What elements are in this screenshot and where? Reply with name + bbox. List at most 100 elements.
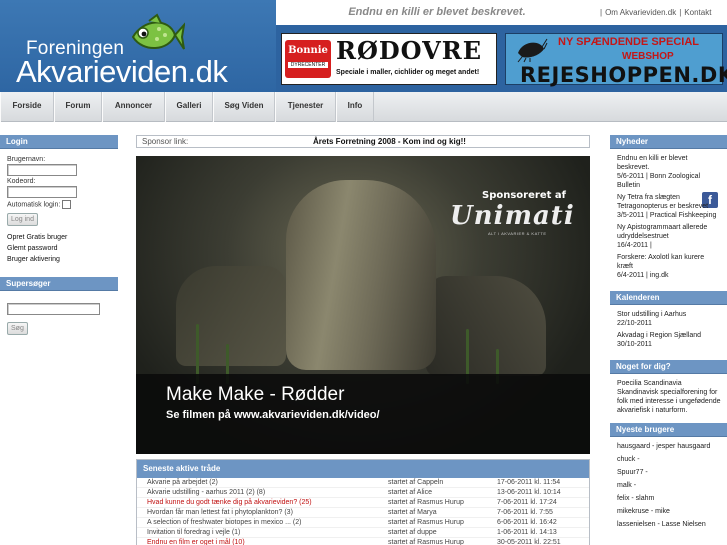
table-row[interactable]: Hvordan får man lettest fat i phytoplank… [137, 508, 589, 518]
forgot-password-link[interactable]: Glemt password [7, 245, 111, 252]
rejeshoppen-ad-line3: REJESHOPPEN.DK [520, 63, 727, 87]
news-headline[interactable]: Ny Apistogrammaart allerede udryddelsest… [617, 224, 707, 240]
nav-item-annoncer[interactable]: Annoncer [102, 92, 165, 122]
about-link[interactable]: Om Akvarieviden.dk [602, 8, 679, 17]
main-nav: Forside Forum Annoncer Galleri Søg Viden… [0, 92, 727, 208]
table-row[interactable]: Akvarie på arbejdet (2) startet af Cappel… [137, 478, 589, 488]
thread-title-link[interactable]: Endnu en film er oget i mål (10) [147, 538, 245, 545]
bonnie-badge-bottom: DYRECENTER [288, 62, 328, 68]
auto-login-checkbox[interactable] [62, 200, 72, 209]
password-input[interactable] [7, 186, 77, 198]
thread-date: 7-06-2011 kl. 7:55 [497, 509, 553, 516]
table-row[interactable]: A selection of freshwater biotopes in me… [137, 518, 589, 528]
calendar-panel: Kalenderen Stor udstilling i Aarhus 22/10… [610, 291, 727, 358]
site-logo[interactable]: Foreningen Akvarieviden.dk [0, 0, 276, 92]
something-text[interactable]: Poecilia Scandinavia Skandinavisk specia… [610, 374, 727, 421]
unimati-logo: Unimati [450, 201, 575, 231]
search-form: Søg [0, 291, 118, 343]
news-slogan[interactable]: Endnu en killi er blevet beskrevet. [276, 0, 598, 25]
news-item[interactable]: Endnu en killi er blevet beskrevet. 5/6-2… [617, 154, 721, 190]
news-item[interactable]: Ny Tetra fra slægten Tetragonopterus er … [617, 193, 721, 220]
thread-date: 6-06-2011 kl. 16:42 [497, 519, 557, 526]
nav-item-galleri[interactable]: Galleri [165, 92, 213, 122]
rodovre-ad-banner[interactable]: Bonnie DYRECENTER RØDOVRE Speciale i mall… [281, 33, 497, 85]
password-label: Kodeord: [7, 178, 36, 185]
new-user-item[interactable]: malk - [617, 481, 721, 490]
rejeshoppen-ad-line2: WEBSHOP [622, 51, 674, 62]
nav-item-tjenester[interactable]: Tjenester [275, 92, 336, 122]
calendar-list: Stor udstilling i Aarhus 22/10-2011 Akvada… [610, 305, 727, 358]
rejeshoppen-ad-line1: NY SPÆNDENDE SPECIAL [558, 36, 699, 48]
nav-item-sog-viden[interactable]: Søg Viden [213, 92, 275, 122]
nav-item-forside[interactable]: Forside [0, 92, 54, 122]
new-user-item[interactable]: Spuur77 - [617, 468, 721, 477]
news-item[interactable]: Ny Apistogrammaart allerede udryddelsest… [617, 223, 721, 250]
table-row[interactable]: Hvad kunne du godt tænke dig på akvariev… [137, 498, 589, 508]
search-button[interactable]: Søg [7, 322, 28, 335]
calendar-item[interactable]: Akvadag i Region Sjælland 30/10-2011 [617, 331, 721, 349]
calendar-item[interactable]: Stor udstilling i Aarhus 22/10-2011 [617, 310, 721, 328]
thread-title-link[interactable]: Invitation til foredrag i vejle (1) [147, 528, 240, 538]
calendar-event[interactable]: Akvadag i Region Sjælland [617, 332, 701, 339]
contact-link[interactable]: Kontakt [681, 8, 714, 17]
calendar-title: Kalenderen [610, 291, 727, 305]
new-user-item[interactable]: lassenielsen - Lasse Nielsen [617, 520, 721, 529]
news-headline[interactable]: Ny Tetra fra slægten Tetragonopterus er … [617, 194, 708, 210]
nav-item-forum[interactable]: Forum [54, 92, 102, 122]
news-source: 3/5-2011 | Practical Fishkeeping [617, 212, 717, 219]
username-input[interactable] [7, 164, 77, 176]
auto-login-row: Automatisk login: [7, 200, 111, 209]
thread-starter: startet af Cappeln [388, 479, 444, 486]
new-users-title: Nyeste brugere [610, 423, 727, 437]
new-user-item[interactable]: hausgaard - jesper hausgaard [617, 442, 721, 451]
thread-starter: startet af Rasmus Hurup [388, 519, 464, 526]
news-item[interactable]: Forskere: Axolotl kan kurere kræft 6/4-20… [617, 253, 721, 280]
video-feature[interactable]: Sponsoreret af Unimati ALT I AKVARIER & … [136, 156, 590, 454]
thread-title-link[interactable]: Hvad kunne du godt tænke dig på akvariev… [147, 498, 312, 508]
thread-title-link[interactable]: Akvarie udstilling - aarhus 2011 (2) (8) [147, 488, 265, 498]
create-user-link[interactable]: Opret Gratis bruger [7, 234, 111, 241]
sponsor-link[interactable]: Årets Forretning 2008 - Kom ind og kig!! [313, 136, 466, 147]
table-row[interactable]: Endnu en film er oget i mål (10) startet … [137, 538, 589, 545]
new-users-panel: Nyeste brugere hausgaard - jesper hausga… [610, 423, 727, 539]
main-content: Sponsor link: Årets Forretning 2008 - Ko… [136, 135, 590, 545]
search-title: Supersøger [0, 277, 118, 291]
login-title: Login [0, 135, 118, 149]
news-headline[interactable]: Forskere: Axolotl kan kurere kræft [617, 254, 704, 270]
login-button[interactable]: Log ind [7, 213, 38, 226]
user-activation-link[interactable]: Bruger aktivering [7, 256, 111, 263]
new-user-item[interactable]: felix - slahm [617, 494, 721, 503]
video-rock-left [176, 266, 286, 366]
thread-title-link[interactable]: Akvarie på arbejdet (2) [147, 478, 218, 488]
rejeshoppen-ad-banner[interactable]: NY SPÆNDENDE SPECIAL WEBSHOP REJESHOPPEN… [505, 33, 727, 87]
table-row[interactable]: Akvarie udstilling - aarhus 2011 (2) (8)… [137, 488, 589, 498]
new-user-item[interactable]: mikekruse - mike [617, 507, 721, 516]
thread-date: 7-06-2011 kl. 17:24 [497, 499, 557, 506]
thread-list: Akvarie på arbejdet (2) startet af Cappel… [137, 478, 589, 545]
thread-starter: startet af Marya [388, 509, 437, 516]
auto-login-label: Automatisk login: [7, 201, 61, 209]
login-form: Brugernavn: Kodeord: Automatisk login: L… [0, 149, 118, 268]
calendar-event[interactable]: Stor udstilling i Aarhus [617, 311, 686, 318]
new-user-item[interactable]: chuck - [617, 455, 721, 464]
thread-starter: startet af Alice [388, 489, 432, 496]
login-panel: Login Brugernavn: Kodeord: Automatisk lo… [0, 135, 118, 268]
shrimp-icon [517, 38, 548, 63]
video-caption: Make Make - Rødder Se filmen på www.akva… [136, 374, 590, 454]
logo-big-text: Akvarieviden.dk [16, 54, 228, 89]
bonnie-badge: Bonnie DYRECENTER [285, 40, 331, 78]
video-title: Make Make - Rødder [166, 384, 345, 405]
table-row[interactable]: Invitation til foredrag i vejle (1) start… [137, 528, 589, 538]
search-input[interactable] [7, 303, 100, 315]
thread-date: 1-06-2011 kl. 14:13 [497, 529, 557, 536]
username-label: Brugernavn: [7, 156, 46, 163]
thread-title-link[interactable]: A selection of freshwater biotopes in me… [147, 518, 301, 528]
sponsor-label: Sponsor link: [142, 137, 189, 146]
right-sidebar: Nyheder Endnu en killi er blevet beskrev… [610, 135, 727, 541]
search-panel: Supersøger Søg [0, 277, 118, 343]
something-title: Noget for dig? [610, 360, 727, 374]
news-headline[interactable]: Endnu en killi er blevet beskrevet. [617, 155, 687, 171]
thread-title-link[interactable]: Hvordan får man lettest fat i phytoplank… [147, 508, 293, 518]
active-threads-panel: Seneste aktive tråde Akvarie på arbejdet… [136, 459, 590, 545]
nav-item-info[interactable]: Info [336, 92, 374, 122]
